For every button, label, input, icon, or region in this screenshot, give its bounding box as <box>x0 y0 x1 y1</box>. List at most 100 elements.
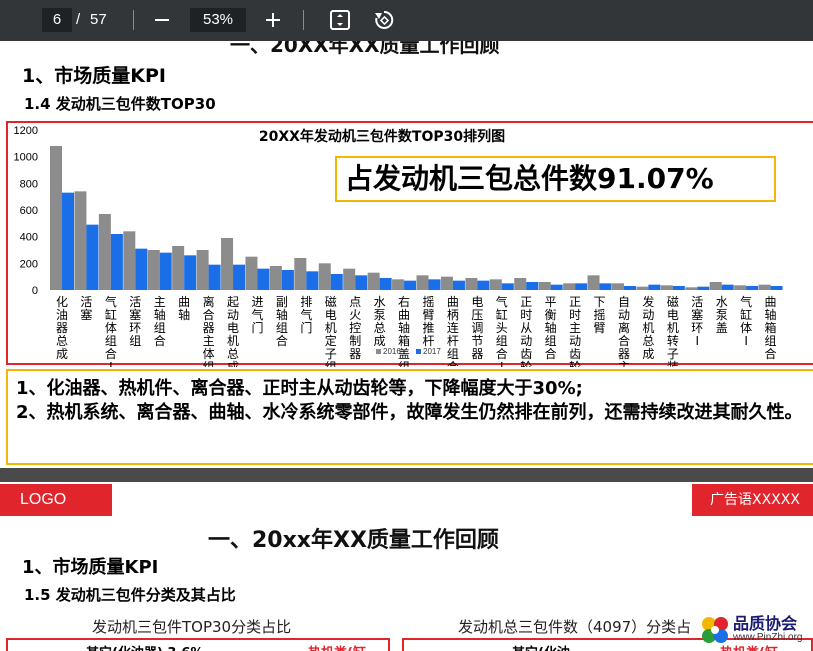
notes-box: 1、化油器、热机件、离合器、正时主从动齿轮等，下降幅度大于30%; 2、热机系统… <box>6 369 813 465</box>
bar-2017 <box>746 286 759 290</box>
bar-2016 <box>172 246 185 290</box>
zoom-in-button[interactable] <box>259 6 287 34</box>
page-separator: / <box>76 11 81 28</box>
callout-box: 占发动机三包总件数91.07% <box>335 156 776 202</box>
bar-2017 <box>135 248 148 290</box>
bar-2017 <box>86 224 99 290</box>
bar-2017 <box>233 264 246 290</box>
pdf-page-next: 一、20xx年XX质量工作回顾 1、市场质量KPI 1.5 发动机三包件分类及其… <box>0 518 813 651</box>
y-tick-label: 600 <box>20 205 38 217</box>
minus-icon <box>155 19 169 21</box>
category-label: 化油器总成 <box>56 295 68 361</box>
bar-2017 <box>379 278 392 290</box>
category-label: 自动离合器主体… <box>618 295 630 367</box>
page-total: 57 <box>90 11 107 28</box>
bar-2016 <box>392 279 405 290</box>
category-label: 右曲轴箱盖组合 <box>398 294 410 367</box>
bar-2017 <box>208 264 221 290</box>
watermark-text: 品质协会 <box>733 614 798 633</box>
category-label: 正时从动齿轮组合 <box>520 295 532 367</box>
page-gap <box>0 468 813 482</box>
category-label: 活塞 <box>80 295 92 322</box>
category-label: 磁电机定子组合 <box>325 294 337 367</box>
bar-2017 <box>355 275 368 290</box>
legend-label: 2017 <box>423 347 441 356</box>
category-label: 发动机总成 <box>642 294 654 361</box>
section-heading: 1、市场质量KPI <box>22 65 166 87</box>
pie-frame: 其它(化油器) 3.6% 热机类(缸 <box>6 638 390 651</box>
bar-2017 <box>428 279 441 290</box>
category-label: 下摇臂 <box>594 295 606 335</box>
bar-2016 <box>660 285 673 290</box>
chart-subtitle: 发动机三包件TOP30分类占比 <box>92 618 292 636</box>
slogan-label: 广告语XXXXX <box>692 484 813 516</box>
bar-2016 <box>74 191 87 290</box>
fit-page-icon <box>330 10 350 30</box>
slide-footer: LOGO 广告语XXXXX <box>0 482 813 518</box>
bar-2016 <box>367 272 380 290</box>
bar-2016 <box>611 283 624 290</box>
page-number-input[interactable]: 6 <box>42 8 72 32</box>
category-label: 活塞环组 <box>129 295 141 348</box>
category-label: 曲轴箱组合 <box>765 295 777 361</box>
chart-subtitle: 发动机总三包件数（4097）分类占 <box>458 618 692 636</box>
zoom-level-input[interactable]: 53% <box>190 8 246 32</box>
zoom-out-button[interactable] <box>148 6 176 34</box>
bar-2016 <box>563 283 576 290</box>
bar-2016 <box>440 276 453 290</box>
category-label: 主轴组合 <box>154 295 166 348</box>
pie-label: 其它(化油器) 3.6% <box>86 642 203 651</box>
pdf-page: 一、20XX年XX质量工作回顾 1、市场质量KPI 1.4 发动机三包件数TOP… <box>0 41 813 468</box>
category-label: 曲柄连杆组合 <box>447 295 459 367</box>
bar-2016 <box>196 250 209 290</box>
bar-2016 <box>758 284 771 290</box>
rotate-button[interactable] <box>370 6 398 34</box>
fit-page-button[interactable] <box>326 6 354 34</box>
category-label: 起动电机总成 <box>227 295 239 367</box>
bar-2017 <box>110 234 123 290</box>
y-tick-label: 200 <box>20 258 38 270</box>
bar-2016 <box>343 268 356 290</box>
bar-2016 <box>294 258 307 290</box>
category-label: 离合器主体组合 <box>203 294 215 367</box>
bar-2017 <box>697 286 710 290</box>
y-tick-label: 1000 <box>14 152 38 164</box>
legend-swatch <box>416 349 421 354</box>
bar-2016 <box>147 250 160 290</box>
category-label: 气缸体 I <box>740 294 752 348</box>
bar-2016 <box>318 263 331 290</box>
category-label: 平衡轴组合 <box>545 295 557 361</box>
note-line: 2、热机系统、离合器、曲轴、水冷系统零部件，故障发生仍然排在前列，还需持续改进其… <box>16 402 803 423</box>
bar-2016 <box>50 146 62 290</box>
bar-2017 <box>526 282 539 290</box>
bar-2017 <box>501 283 514 290</box>
bar-2017 <box>404 280 417 290</box>
note-line: 1、化油器、热机件、离合器、正时主从动齿轮等，下降幅度大于30%; <box>16 378 583 399</box>
bar-2017 <box>281 270 294 290</box>
site-watermark: 品质协会 www.PinZhi.org <box>695 610 813 651</box>
legend-label: 2016 <box>383 347 401 356</box>
category-label: 水泵盖 <box>716 295 728 335</box>
watermark-url: www.PinZhi.org <box>733 632 803 643</box>
section-heading: 1、市场质量KPI <box>22 557 159 578</box>
bar-2016 <box>221 238 234 290</box>
bar-2016 <box>587 275 600 290</box>
bar-2017 <box>184 255 197 290</box>
chart-title: 20XX年发动机三包件数TOP30排列图 <box>259 128 505 145</box>
toolbar-divider <box>303 10 304 30</box>
pie-label: 其它(化油 <box>512 642 570 651</box>
bar-2016 <box>685 287 698 290</box>
bar-2017 <box>159 252 172 290</box>
plus-icon <box>266 13 280 27</box>
bar-2017 <box>477 280 490 290</box>
logo-label: LOGO <box>0 484 112 516</box>
toolbar-divider <box>133 10 134 30</box>
bar-2017 <box>599 283 612 290</box>
bar-2017 <box>623 286 636 290</box>
category-label: 曲轴 <box>178 295 190 322</box>
subsection-heading: 1.4 发动机三包件数TOP30 <box>24 95 216 113</box>
bar-2016 <box>465 278 478 290</box>
bar-2017 <box>770 286 783 290</box>
bar-2016 <box>538 282 551 290</box>
page-title: 一、20xx年XX质量工作回顾 <box>208 528 499 553</box>
